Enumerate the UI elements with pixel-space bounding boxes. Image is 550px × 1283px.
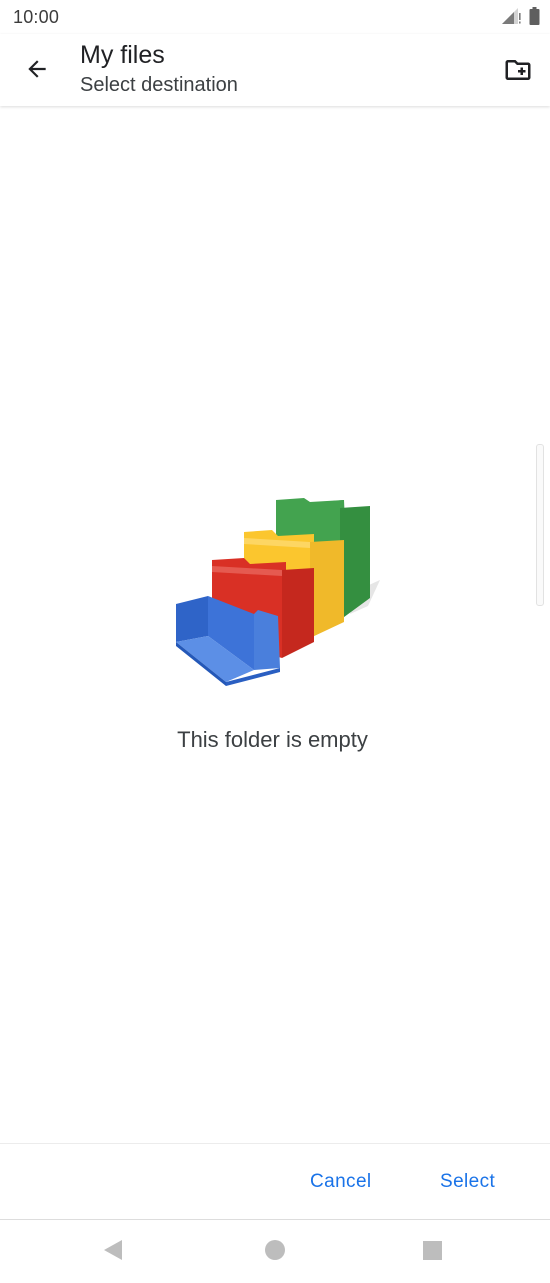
status-icons — [501, 7, 540, 25]
app-bar: My files Select destination — [0, 34, 550, 106]
battery-icon — [529, 7, 540, 25]
page-subtitle: Select destination — [80, 74, 238, 96]
colored-folders-illustration — [176, 498, 380, 686]
select-button[interactable]: Select — [432, 1164, 503, 1200]
cancel-button[interactable]: Cancel — [302, 1164, 380, 1200]
arrow-back-icon — [28, 60, 46, 78]
status-time: 10:00 — [13, 7, 60, 27]
new-folder-button[interactable] — [496, 48, 540, 92]
nav-recents-icon[interactable] — [423, 1241, 442, 1260]
status-bar: 10:00 — [0, 0, 550, 34]
nav-back-icon[interactable] — [104, 1240, 122, 1260]
back-button[interactable] — [14, 46, 60, 92]
scroll-indicator[interactable] — [536, 444, 544, 606]
signal-icon — [502, 8, 521, 24]
create-new-folder-icon — [505, 60, 531, 80]
file-picker-screen: 10:00 My files Select destination This f… — [0, 0, 550, 1283]
navigation-bar — [0, 1220, 550, 1283]
nav-home-icon[interactable] — [265, 1240, 285, 1260]
action-bar-divider — [0, 1143, 550, 1144]
page-title: My files — [80, 41, 165, 69]
empty-state-message: This folder is empty — [177, 727, 368, 752]
